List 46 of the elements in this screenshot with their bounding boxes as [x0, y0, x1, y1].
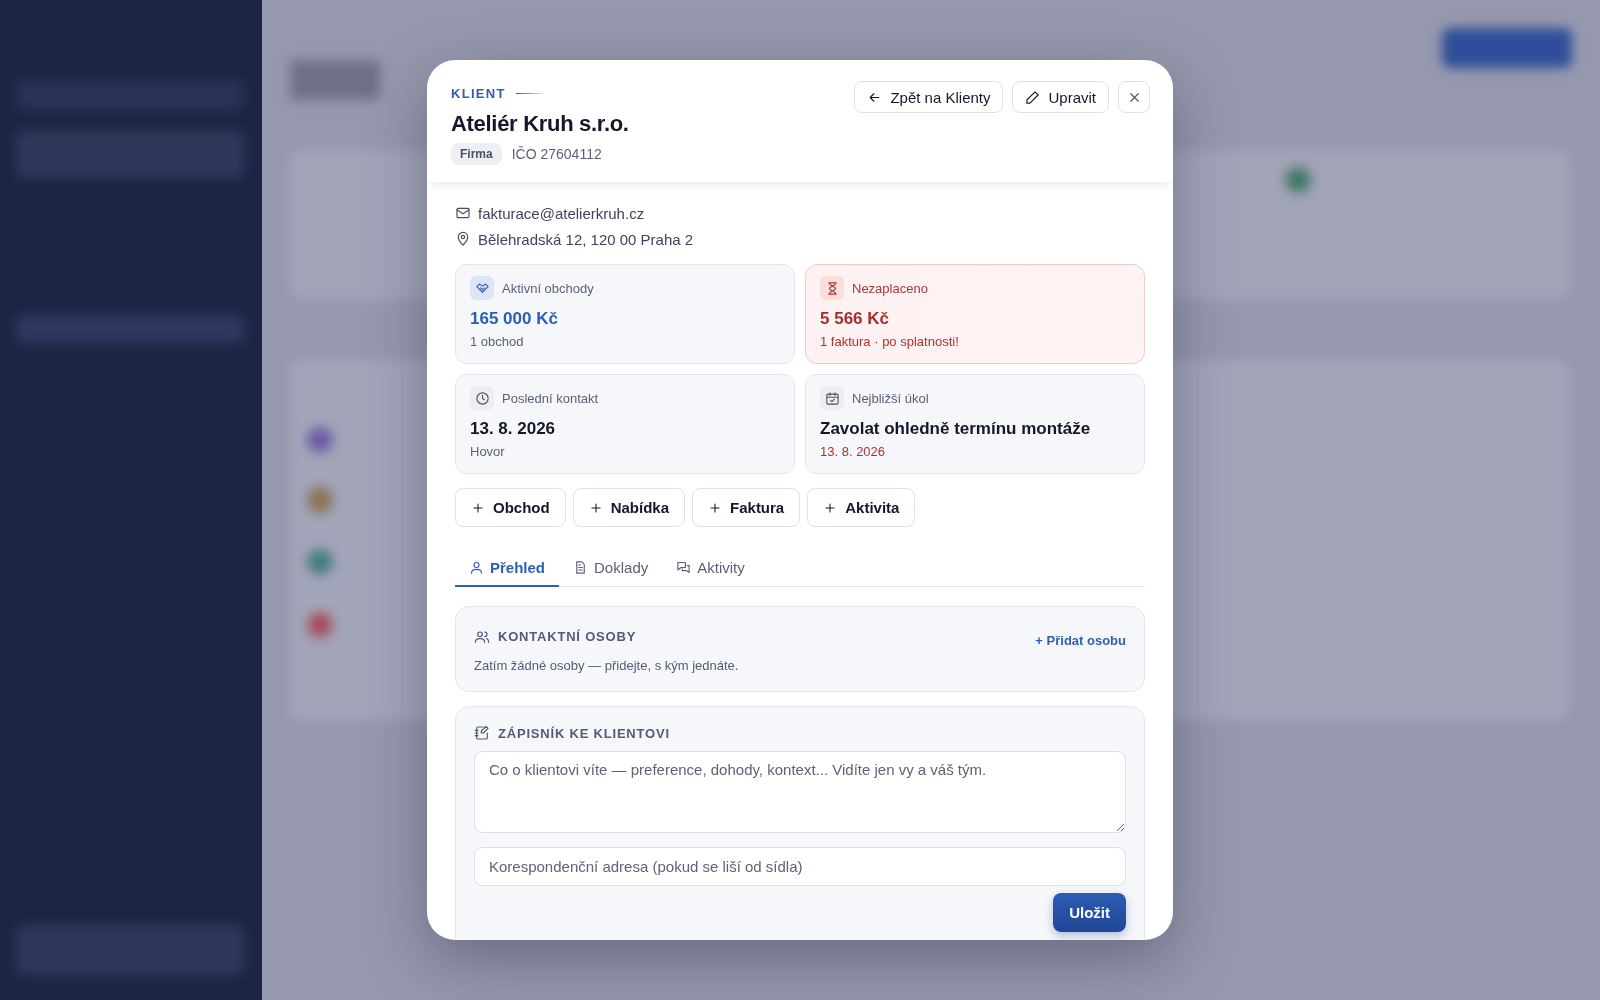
stat-label: Nejbližší úkol — [852, 390, 929, 406]
stat-note: Hovor — [470, 444, 506, 459]
empty-message: Zatím žádné osoby — přidejte, s kým jednáte. — [474, 658, 740, 673]
notes-field[interactable]: Co o klientovi víte — preference, dohody, kontext... Vidíte jen vy a váš tým. — [474, 751, 1126, 833]
close-button[interactable] — [1118, 81, 1150, 113]
pencil-icon — [1025, 89, 1041, 105]
add-button[interactable]: Faktura — [692, 488, 801, 527]
notebook-icon — [474, 725, 490, 741]
section-title: ZÁPISNÍK KE KLIENTOVI — [498, 725, 670, 741]
people-icon — [474, 628, 490, 645]
add-button[interactable]: Aktivita — [807, 488, 916, 527]
client-name: Ateliér Kruh s.r.o. — [451, 111, 629, 137]
back-button[interactable]: Zpět na Klienty — [854, 81, 1004, 113]
envelope-icon — [455, 205, 471, 221]
type-badge: Firma — [451, 143, 502, 165]
stat-value: 13. 8. 2026 — [470, 419, 557, 439]
plus-icon — [708, 500, 723, 515]
tab[interactable]: Přehled — [455, 549, 560, 587]
plus-icon — [471, 500, 485, 515]
company-id: IČO 27604112 — [511, 146, 602, 162]
person-icon — [469, 559, 484, 575]
section-title: KONTAKTNÍ OSOBY — [498, 629, 637, 644]
stat-label: Aktivní obchody — [502, 280, 594, 296]
stat-value: Zavolat ohledně termínu montáže — [820, 419, 1092, 439]
stat-label: Nezaplaceno — [852, 280, 928, 296]
stat-value: 5 566 Kč — [820, 309, 890, 329]
add-button[interactable]: Obchod — [455, 488, 566, 527]
edit-button[interactable]: Upravit — [1012, 81, 1109, 113]
add-button[interactable]: Nabídka — [572, 488, 686, 527]
tab[interactable]: Aktivity — [662, 549, 759, 587]
save-button[interactable]: Uložit — [1053, 893, 1126, 932]
plus-icon — [588, 500, 603, 515]
stat-note: 1 obchod — [470, 334, 525, 349]
address-field[interactable]: Korespondenční adresa (pokud se liší od sídla) — [474, 847, 1126, 886]
plus-icon — [823, 500, 838, 515]
map-pin-icon — [455, 231, 471, 247]
stat-label: Poslední kontakt — [502, 390, 599, 406]
stat-note: 13. 8. 2026 — [820, 444, 887, 459]
eyebrow-label: KLIENT — [451, 86, 506, 101]
stat-value: 165 000 Kč — [470, 309, 559, 329]
email-text: fakturace@atelierkruh.cz — [478, 204, 645, 222]
address-text: Bělehradská 12, 120 00 Praha 2 — [478, 230, 694, 248]
chat-bubbles-icon — [676, 559, 692, 575]
tab[interactable]: Doklady — [559, 549, 663, 587]
add-person-link[interactable]: + Přidat osobu — [1035, 633, 1126, 648]
stat-note: 1 faktura · po splatnosti! — [820, 334, 960, 349]
